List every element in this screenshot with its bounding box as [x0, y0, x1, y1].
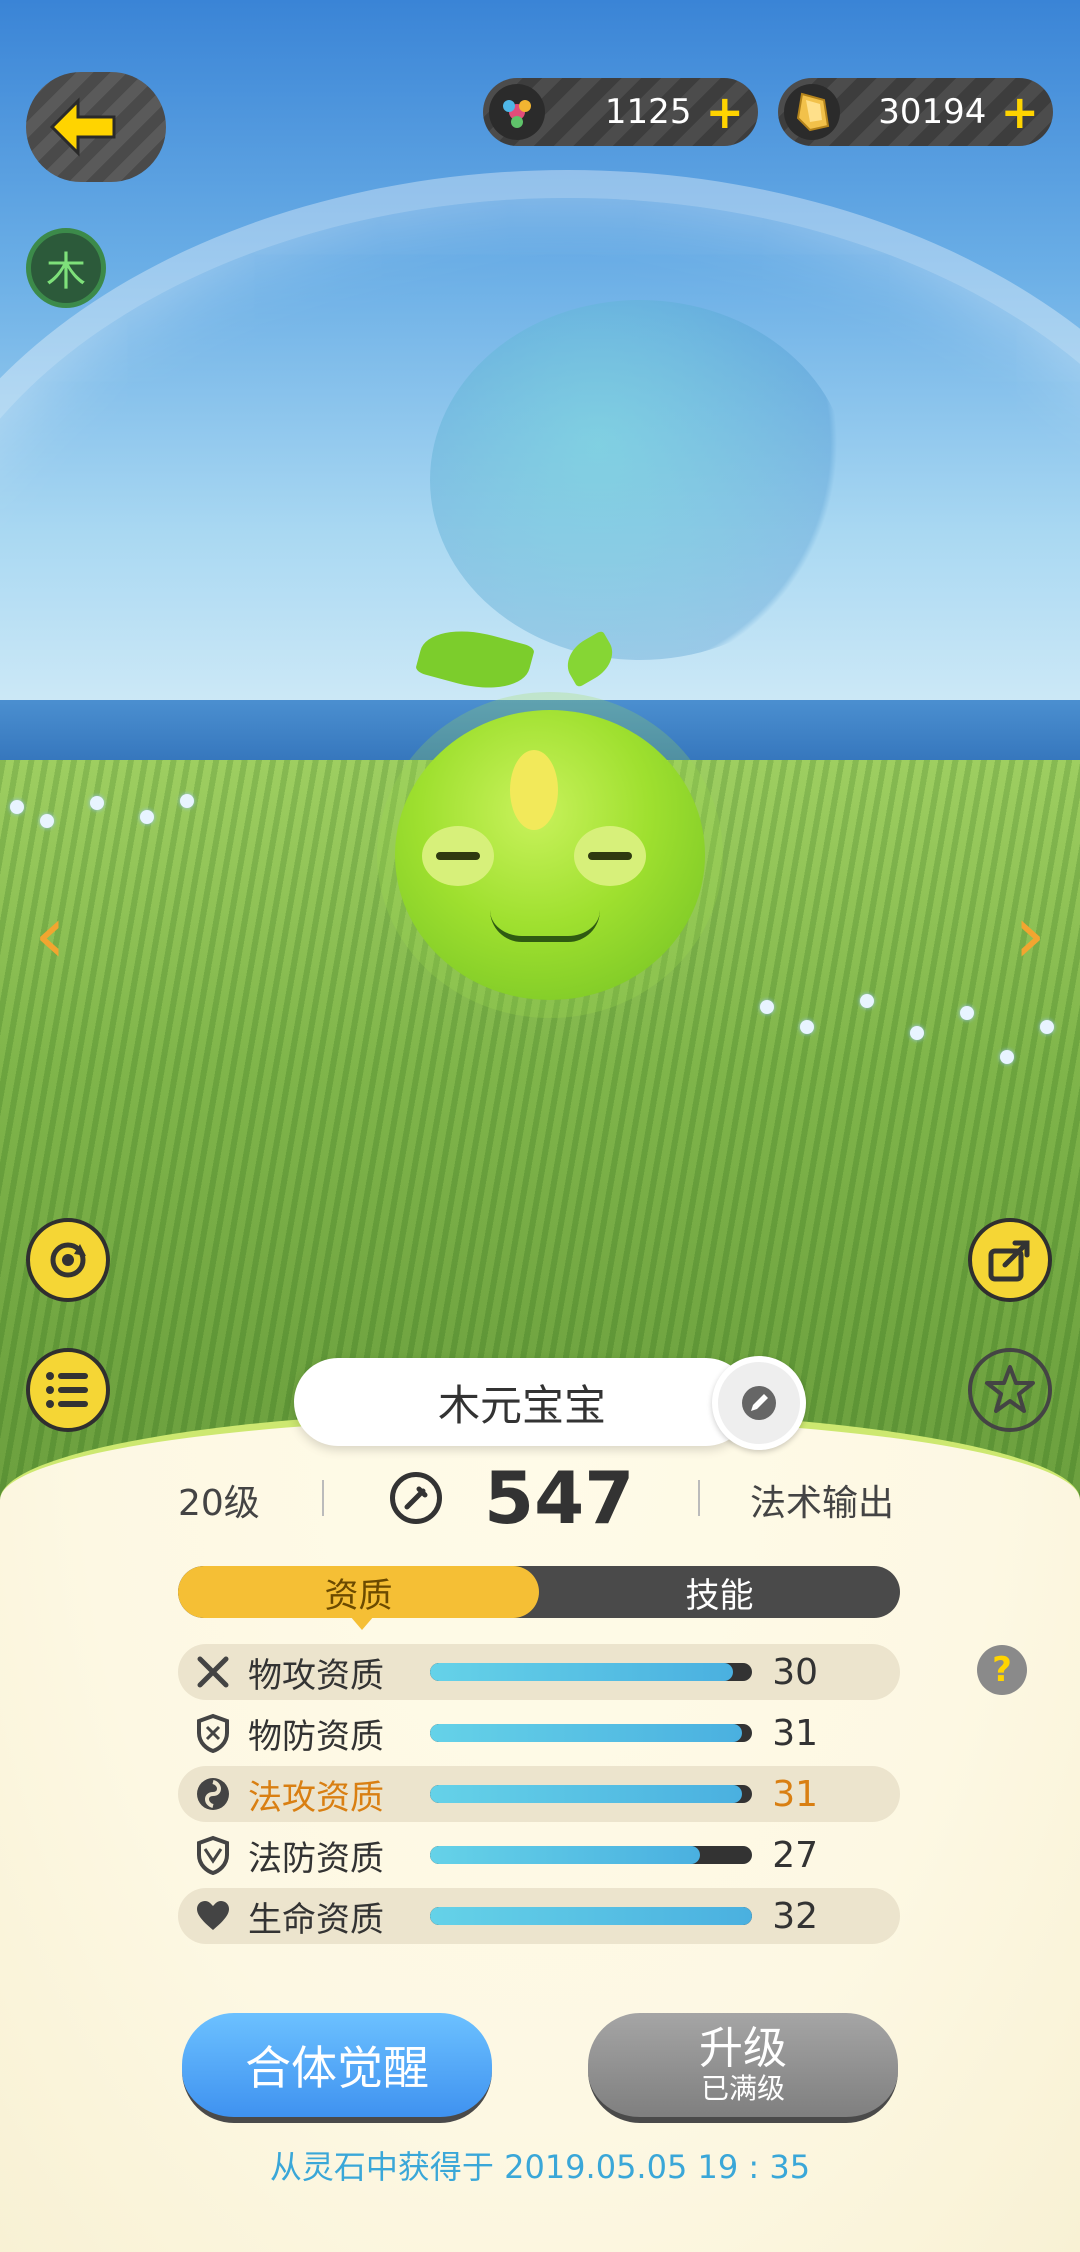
next-pet-arrow-icon[interactable]: ›	[1000, 890, 1060, 980]
crossed-swords-icon	[178, 1653, 248, 1691]
attribute-bar	[430, 1907, 752, 1925]
gem-count: 1125	[604, 92, 692, 132]
flower-gem-icon	[489, 84, 545, 140]
back-button[interactable]	[26, 72, 166, 182]
attribute-bar	[430, 1724, 752, 1742]
attribute-value: 30	[772, 1651, 818, 1693]
share-button[interactable]	[968, 1218, 1052, 1302]
star-icon	[985, 1365, 1035, 1413]
attribute-bar-fill	[430, 1785, 743, 1803]
attribute-row: 物攻资质 30	[178, 1644, 900, 1700]
upgrade-max-label: 已满级	[700, 2072, 785, 2105]
magic-shield-icon	[178, 1835, 248, 1875]
pet-summary-row: 20级 547 法术输出	[0, 1456, 1080, 1540]
rename-button[interactable]	[712, 1356, 806, 1450]
list-icon	[46, 1372, 88, 1408]
currency-gold: 30194 +	[778, 78, 1053, 146]
attribute-row: 物防资质 31	[178, 1705, 900, 1761]
attribute-bar-fill	[430, 1663, 733, 1681]
attribute-bar	[430, 1785, 752, 1803]
combat-power-icon	[390, 1472, 442, 1524]
element-wood-badge[interactable]: 木	[26, 228, 106, 308]
tab-pointer	[350, 1616, 374, 1630]
pet-name-plate: 木元宝宝	[294, 1358, 750, 1446]
pet-mouth	[490, 910, 600, 942]
attribute-value: 32	[772, 1895, 818, 1937]
pencil-icon	[742, 1386, 776, 1420]
attribute-value: 31	[772, 1712, 818, 1754]
attribute-label: 物防资质	[248, 1716, 384, 1757]
upgrade-button[interactable]: 升级 已满级	[588, 2013, 898, 2123]
attribute-bar-fill	[430, 1907, 752, 1925]
upgrade-label: 升级	[699, 2023, 787, 2074]
attribute-bar-fill	[430, 1846, 701, 1864]
swirl-icon	[178, 1775, 248, 1813]
attribute-label: 法防资质	[248, 1838, 384, 1879]
menu-list-button[interactable]	[26, 1348, 110, 1432]
arrow-left-icon	[49, 97, 116, 157]
gold-crystal-icon	[784, 84, 840, 140]
attribute-row: 生命资质 32	[178, 1888, 900, 1944]
tab-skills[interactable]: 技能	[539, 1566, 900, 1618]
attribute-label: 法攻资质	[248, 1777, 384, 1818]
divider	[322, 1480, 324, 1516]
attribute-value: 27	[772, 1834, 818, 1876]
rotate-view-button[interactable]	[26, 1218, 110, 1302]
add-gold-button[interactable]: +	[1000, 89, 1039, 135]
pet-eye-right	[574, 826, 646, 886]
divider	[698, 1480, 700, 1516]
attribute-label: 生命资质	[248, 1899, 384, 1940]
attribute-value: 31	[772, 1773, 818, 1815]
tab-aptitude[interactable]: 资质	[178, 1566, 539, 1618]
help-question-icon[interactable]: ?	[977, 1645, 1027, 1695]
pet-role: 法术输出	[750, 1483, 895, 1524]
favorite-button[interactable]	[968, 1348, 1052, 1432]
pet-name: 木元宝宝	[437, 1380, 606, 1430]
rotate-icon	[50, 1242, 86, 1278]
prev-pet-arrow-icon[interactable]: ‹	[20, 890, 80, 980]
attribute-bar	[430, 1663, 752, 1681]
attribute-bar	[430, 1846, 752, 1864]
fusion-awaken-button[interactable]: 合体觉醒	[182, 2013, 492, 2123]
acquired-info: 从灵石中获得于 2019.05.05 19 : 35	[269, 2148, 811, 2186]
heart-icon	[178, 1900, 248, 1932]
attribute-row: 法防资质 27	[178, 1827, 900, 1883]
shield-icon	[178, 1713, 248, 1753]
gold-count: 30194	[878, 92, 987, 132]
floating-planet	[430, 300, 850, 660]
add-gems-button[interactable]: +	[705, 89, 744, 135]
pet-level: 20级	[178, 1483, 260, 1524]
pet-eye-left	[422, 826, 494, 886]
attribute-row: 法攻资质 31	[178, 1766, 900, 1822]
tab-bar: 资质 技能	[178, 1566, 900, 1618]
share-icon	[988, 1240, 1030, 1282]
currency-gems: 1125 +	[483, 78, 758, 146]
attribute-label: 物攻资质	[248, 1655, 384, 1696]
pet-forehead-mark	[510, 750, 558, 830]
attribute-bar-fill	[430, 1724, 743, 1742]
combat-power-value: 547	[484, 1456, 635, 1540]
